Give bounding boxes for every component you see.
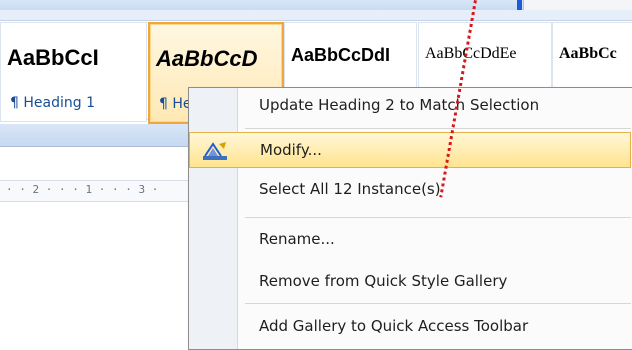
menu-item-remove-from-gallery[interactable]: Remove from Quick Style Gallery (189, 264, 631, 300)
style-sample: AaBbCcI (7, 45, 99, 70)
style-sample: AaBbCcDdI (291, 45, 391, 65)
ribbon-top-right-box (523, 0, 632, 10)
style-label: ¶ Heading 1 (10, 95, 95, 111)
menu-item-label: Modify... (260, 141, 322, 159)
ruler-text: · · 2 · · · 1 · · · 3 · (6, 183, 159, 196)
modify-style-icon (202, 140, 230, 162)
menu-item-rename[interactable]: Rename... (189, 222, 631, 258)
style-label: ¶ He (159, 96, 192, 112)
blue-marker (517, 0, 522, 10)
menu-separator (245, 128, 631, 129)
menu-item-label: Remove from Quick Style Gallery (259, 272, 508, 290)
menu-separator (245, 303, 631, 304)
menu-item-select-all[interactable]: Select All 12 Instance(s) (189, 172, 631, 208)
menu-item-update-heading[interactable]: Update Heading 2 to Match Selection (189, 88, 631, 124)
menu-item-label: Update Heading 2 to Match Selection (259, 96, 540, 114)
menu-item-label: Rename... (259, 230, 335, 248)
style-sample: AaBbCcD (156, 46, 258, 71)
menu-item-modify[interactable]: Modify... (189, 132, 631, 168)
style-tile-heading-1[interactable]: AaBbCcI ¶ Heading 1 (0, 22, 147, 122)
menu-item-label: Select All 12 Instance(s) (259, 180, 441, 198)
menu-separator (245, 217, 631, 218)
horizontal-ruler[interactable]: · · 2 · · · 1 · · · 3 · (0, 180, 188, 202)
menu-item-add-gallery[interactable]: Add Gallery to Quick Access Toolbar (189, 309, 631, 345)
style-sample: AaBbCc (559, 45, 617, 62)
context-menu: Update Heading 2 to Match Selection Modi… (188, 87, 632, 350)
style-sample: AaBbCcDdEe (425, 45, 517, 62)
menu-item-label: Add Gallery to Quick Access Toolbar (259, 317, 529, 335)
